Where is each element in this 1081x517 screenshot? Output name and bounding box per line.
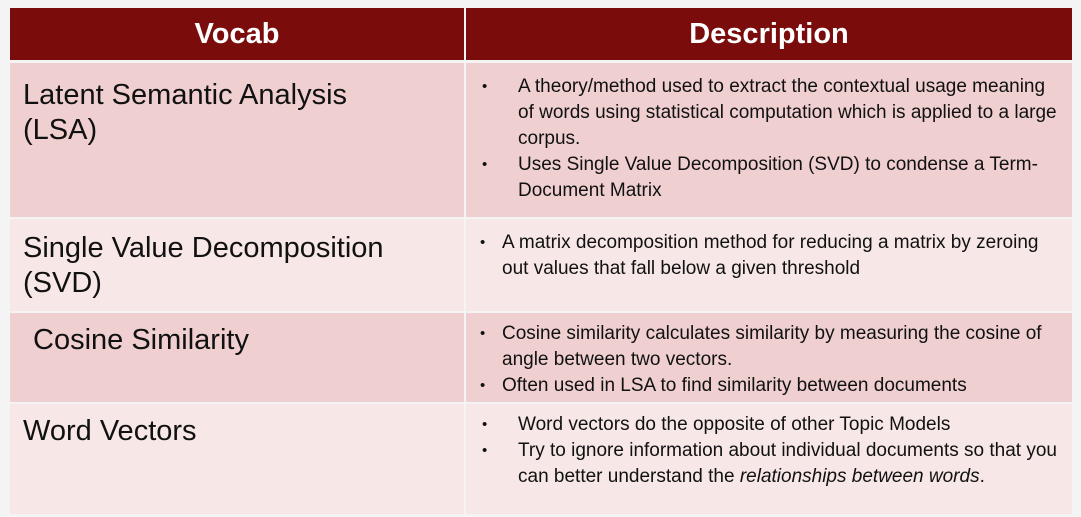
vocab-cell: Latent Semantic Analysis (LSA) xyxy=(10,63,464,217)
vocab-cell: Single Value Decomposition (SVD) xyxy=(10,219,464,311)
vocab-cell: Word Vectors xyxy=(10,404,464,514)
vocab-term: Word Vectors xyxy=(23,415,197,447)
italic-phrase: relationships between words xyxy=(739,466,980,487)
vocab-term: Single Value Decomposition (SVD) xyxy=(23,232,384,299)
vocab-term: Latent Semantic Analysis (LSA) xyxy=(23,79,348,146)
description-list: • A theory/method used to extract the con… xyxy=(466,63,1072,204)
vocab-term: Cosine Similarity xyxy=(33,324,249,356)
header-row: Vocab Description xyxy=(10,8,1072,60)
header-vocab: Vocab xyxy=(10,8,464,60)
description-cell: • Cosine similarity calculates similarity… xyxy=(466,313,1072,402)
vocab-table: Vocab Description Latent Semantic Analys… xyxy=(10,8,1072,514)
table-row: Cosine Similarity • Cosine similarity cal… xyxy=(10,313,1072,402)
bullet: • xyxy=(482,442,488,459)
description-cell: • A theory/method used to extract the con… xyxy=(466,63,1072,217)
bullet: • xyxy=(482,156,488,173)
description-list: • Cosine similarity calculates similarity… xyxy=(466,313,1072,399)
vocab-cell: Cosine Similarity xyxy=(10,313,464,402)
description-item: • Word vectors do the opposite of other T… xyxy=(466,412,1058,438)
bullet: • xyxy=(482,78,488,95)
table-row: Word Vectors • Word vectors do the opposi… xyxy=(10,404,1072,514)
table-row: Single Value Decomposition (SVD) • A matri… xyxy=(10,219,1072,311)
description-list: • Word vectors do the opposite of other T… xyxy=(466,404,1072,490)
bullet: • xyxy=(480,325,486,342)
description-item: • A matrix decomposition method for reduc… xyxy=(480,232,1039,279)
description-item: • Often used in LSA to find similarity be… xyxy=(466,373,1058,399)
description-item: • Uses Single Value Decomposition (SVD) t… xyxy=(482,154,1038,201)
description-item: • Try to ignore information about individ… xyxy=(482,440,1057,487)
bullet: • xyxy=(482,416,488,433)
description-cell: • Word vectors do the opposite of other T… xyxy=(466,404,1072,514)
table-row: Latent Semantic Analysis (LSA) • A theory/… xyxy=(10,63,1072,217)
description-cell: • A matrix decomposition method for reduc… xyxy=(466,219,1072,311)
description-list: • A matrix decomposition method for reduc… xyxy=(466,219,1072,282)
bullet: • xyxy=(480,234,486,251)
header-description: Description xyxy=(466,8,1072,60)
bullet: • xyxy=(480,377,486,394)
description-item: • A theory/method used to extract the con… xyxy=(482,76,1057,149)
description-item: • Cosine similarity calculates similarity… xyxy=(480,323,1042,370)
